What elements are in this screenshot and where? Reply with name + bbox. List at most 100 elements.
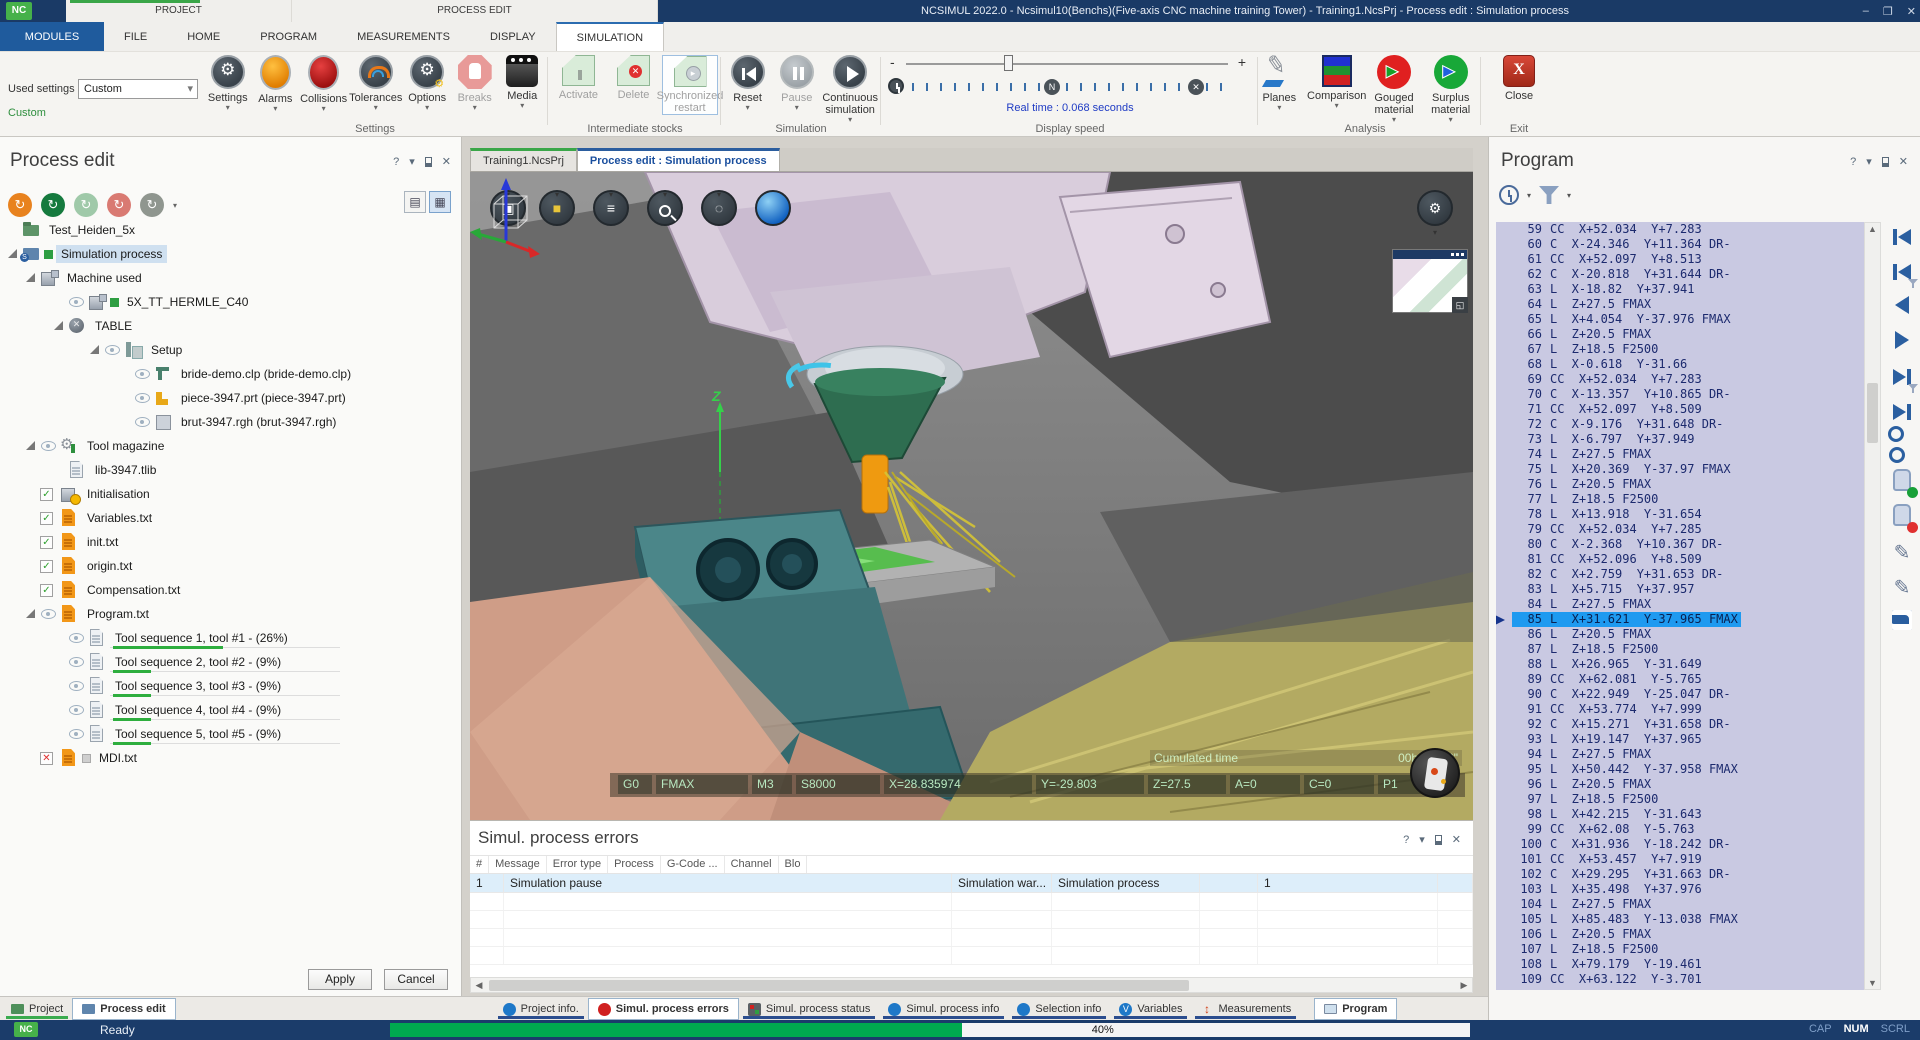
gcode-line[interactable]: 85L X+31.621 Y-37.965 FMAX xyxy=(1512,612,1864,627)
scroll-right-arrow[interactable]: ▶ xyxy=(1456,978,1472,992)
time-mode-icon[interactable] xyxy=(1499,185,1519,205)
gcode-line[interactable]: 77L Z+18.5 F2500 xyxy=(1512,492,1864,507)
gcode-line[interactable]: 88L X+26.965 Y-31.649 xyxy=(1512,657,1864,672)
scrollbar-thumb[interactable] xyxy=(1867,383,1878,443)
minimap-expand-button[interactable]: ◱ xyxy=(1452,297,1468,313)
gcode-line[interactable]: 102C X+29.295 Y+31.663 DR- xyxy=(1512,867,1864,882)
ribbon-button[interactable]: Reset ▾ xyxy=(724,55,771,123)
gcode-line[interactable]: 75L X+20.369 Y-37.97 FMAX xyxy=(1512,462,1864,477)
ribbon-button[interactable]: Activate xyxy=(552,55,605,115)
gcode-line[interactable]: 69CC X+52.034 Y+7.283 xyxy=(1512,372,1864,387)
ribbon-tab[interactable]: PROGRAM xyxy=(240,22,337,51)
pin-icon[interactable] xyxy=(1435,835,1442,845)
close-panel-icon[interactable]: ✕ xyxy=(442,155,451,168)
program-action-button[interactable] xyxy=(1888,468,1916,496)
tree-item[interactable]: Program.txt xyxy=(0,602,456,626)
ribbon-button[interactable]: Collisions ▾ xyxy=(300,55,347,112)
gcode-line[interactable]: 107L Z+18.5 F2500 xyxy=(1512,942,1864,957)
tree-item[interactable]: Tool sequence 2, tool #2 - (9%) xyxy=(0,650,456,674)
tree-item[interactable]: Simulation process xyxy=(0,242,456,266)
ribbon-button[interactable]: Alarms ▾ xyxy=(253,55,299,112)
tree-item[interactable]: Tool sequence 3, tool #3 - (9%) xyxy=(0,674,456,698)
toolbar-caret-icon[interactable]: ▾ xyxy=(173,201,177,210)
tree-item[interactable]: TABLE xyxy=(0,314,456,338)
gcode-line[interactable]: 65L X+4.054 Y-37.976 FMAX xyxy=(1512,312,1864,327)
tree-item[interactable]: Variables.txt xyxy=(0,506,456,530)
ribbon-tab[interactable]: HOME xyxy=(167,22,240,51)
gcode-line[interactable]: 91CC X+53.774 Y+7.999 xyxy=(1512,702,1864,717)
close-panel-icon[interactable]: ✕ xyxy=(1899,155,1908,168)
pin-icon[interactable] xyxy=(425,157,432,167)
minimize-button[interactable]: – xyxy=(1863,5,1869,17)
visibility-eye-icon[interactable] xyxy=(68,656,88,668)
gcode-line[interactable]: 104L Z+27.5 FMAX xyxy=(1512,897,1864,912)
viewport-tool-caret[interactable]: ▾ xyxy=(647,190,683,199)
gcode-line[interactable]: 101CC X+53.457 Y+7.919 xyxy=(1512,852,1864,867)
detail-view-button[interactable]: ▦ xyxy=(429,191,451,213)
tab-modules[interactable]: MODULES xyxy=(0,22,104,51)
errors-horizontal-scrollbar[interactable]: ◀ ▶ xyxy=(470,977,1473,993)
ribbon-tab[interactable]: SIMULATION xyxy=(556,22,664,51)
visibility-eye-icon[interactable] xyxy=(40,440,60,452)
speed-slider-handle[interactable] xyxy=(1004,55,1013,71)
filter-caret[interactable]: ▾ xyxy=(1567,191,1571,200)
visibility-eye-icon[interactable] xyxy=(134,392,154,404)
enable-checkbox[interactable] xyxy=(40,752,60,765)
gcode-line[interactable]: 64L Z+27.5 FMAX xyxy=(1512,297,1864,312)
visibility-eye-icon[interactable] xyxy=(68,296,88,308)
tree-item[interactable]: Initialisation xyxy=(0,482,456,506)
tree-item[interactable]: Machine used xyxy=(0,266,456,290)
tree-item[interactable]: 5X_TT_HERMLE_C40 xyxy=(0,290,456,314)
ribbon-button[interactable]: Comparison ▾ xyxy=(1309,55,1365,123)
visibility-eye-icon[interactable] xyxy=(68,728,88,740)
program-action-button[interactable] xyxy=(1888,258,1916,286)
help-icon[interactable]: ? xyxy=(1850,156,1856,168)
visibility-eye-icon[interactable] xyxy=(68,704,88,716)
program-action-button[interactable] xyxy=(1888,293,1916,321)
rebuild-red-button[interactable]: ↻ xyxy=(107,193,131,217)
expander-icon[interactable] xyxy=(24,440,40,452)
gcode-line[interactable]: 79CC X+52.034 Y+7.285 xyxy=(1512,522,1864,537)
column-header[interactable]: Process xyxy=(608,856,661,873)
close-window-button[interactable]: ✕ xyxy=(1907,5,1916,18)
ribbon-button[interactable]: Tolerances ▾ xyxy=(349,55,402,112)
column-header[interactable]: Message xyxy=(489,856,547,873)
gcode-line[interactable]: 95L X+50.442 Y-37.958 FMAX xyxy=(1512,762,1864,777)
remote-control-icon[interactable] xyxy=(1410,748,1460,798)
gcode-listing[interactable]: 59CC X+52.034 Y+7.28360C X-24.346 Y+11.3… xyxy=(1496,222,1864,990)
tree-item[interactable]: lib-3947.tlib xyxy=(0,458,456,482)
gcode-line[interactable]: 60C X-24.346 Y+11.364 DR- xyxy=(1512,237,1864,252)
column-header[interactable]: # xyxy=(470,856,489,873)
view-orientation-sphere[interactable] xyxy=(755,190,791,226)
panel-tab[interactable]: Selection info xyxy=(1008,998,1110,1020)
program-action-button[interactable] xyxy=(1888,538,1916,566)
gcode-line[interactable]: 98L X+42.215 Y-31.643 xyxy=(1512,807,1864,822)
help-icon[interactable]: ? xyxy=(393,156,399,168)
gcode-line[interactable]: 84L Z+27.5 FMAX xyxy=(1512,597,1864,612)
viewport-settings-button[interactable]: ⚙ xyxy=(1417,190,1453,226)
program-dock-tab[interactable]: Program xyxy=(1314,998,1397,1020)
dock-tab[interactable]: Process edit xyxy=(72,998,175,1020)
maximize-button[interactable]: ❐ xyxy=(1883,5,1893,18)
gcode-line[interactable]: 68L X-0.618 Y-31.66 xyxy=(1512,357,1864,372)
gcode-line[interactable]: 106L Z+20.5 FMAX xyxy=(1512,927,1864,942)
gcode-line[interactable]: 89CC X+62.081 Y-5.765 xyxy=(1512,672,1864,687)
ribbon-tab[interactable]: FILE xyxy=(104,22,167,51)
tree-item[interactable]: Test_Heiden_5x xyxy=(0,218,456,242)
error-row[interactable]: 1 Simulation pause Simulation war... Sim… xyxy=(470,874,1473,893)
program-action-button[interactable] xyxy=(1888,223,1916,251)
scroll-left-arrow[interactable]: ◀ xyxy=(471,978,487,992)
gcode-line[interactable]: 90C X+22.949 Y-25.047 DR- xyxy=(1512,687,1864,702)
enable-checkbox[interactable] xyxy=(40,560,60,573)
gcode-line[interactable]: 67L Z+18.5 F2500 xyxy=(1512,342,1864,357)
ribbon-button[interactable]: Surplus material ▾ xyxy=(1423,55,1478,123)
gcode-line[interactable]: 100C X+31.936 Y-18.242 DR- xyxy=(1512,837,1864,852)
viewport-tool-caret[interactable]: ▾ xyxy=(701,190,737,199)
minimap-preview[interactable]: ◱ xyxy=(1392,249,1468,313)
gcode-line[interactable]: 63L X-18.82 Y+37.941 xyxy=(1512,282,1864,297)
ribbon-button[interactable]: Media ▾ xyxy=(499,55,545,112)
speed-n-marker[interactable]: N xyxy=(1044,79,1060,95)
gcode-line[interactable]: 108L X+79.179 Y-19.461 xyxy=(1512,957,1864,972)
ribbon-button[interactable]: Pause ▾ xyxy=(773,55,820,123)
chevron-down-icon[interactable]: ▾ xyxy=(409,155,415,168)
